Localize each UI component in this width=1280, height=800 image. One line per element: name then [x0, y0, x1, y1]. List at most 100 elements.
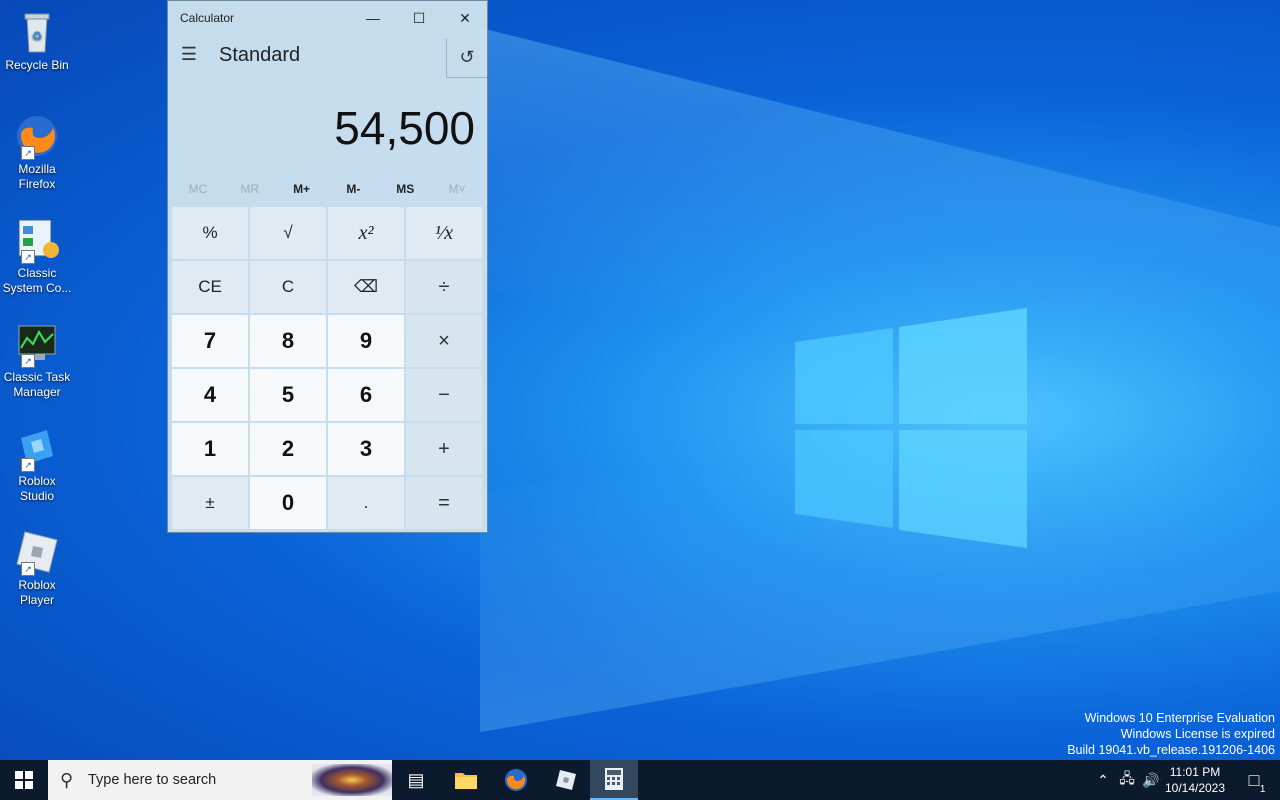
add-button[interactable]: +	[406, 423, 482, 475]
desktop-icon-roblox-player[interactable]: ↗ Roblox Player	[2, 528, 72, 608]
desktop-icon-label: Roblox Player	[18, 578, 56, 607]
memory-clear-button[interactable]: MC	[172, 175, 224, 203]
backspace-button[interactable]: ⌫	[328, 261, 404, 313]
firefox-icon	[505, 769, 527, 791]
keypad: % √ x² ¹⁄x CE C ⌫ ÷ 7 8 9 × 4 5 6 − 1 2 …	[172, 207, 484, 529]
speaker-icon: 🔊	[1142, 771, 1160, 788]
svg-text:♻: ♻	[32, 29, 43, 43]
calculator-icon	[605, 768, 623, 790]
memory-store-button[interactable]: MS	[379, 175, 431, 203]
digit-5-button[interactable]: 5	[250, 369, 326, 421]
display-value: 54,500	[334, 102, 475, 154]
shortcut-arrow-icon: ↗	[21, 458, 35, 472]
watermark-build: Build 19041.vb_release.191206-1406	[1067, 743, 1275, 757]
recycle-bin-icon: ♻	[13, 8, 61, 56]
clear-button[interactable]: C	[250, 261, 326, 313]
digit-9-button[interactable]: 9	[328, 315, 404, 367]
action-center-button[interactable]: □ 1	[1234, 760, 1274, 800]
equals-button[interactable]: =	[406, 477, 482, 529]
search-highlight-image	[312, 764, 392, 796]
shortcut-arrow-icon: ↗	[21, 250, 35, 264]
control-panel-icon: ↗	[13, 216, 61, 264]
digit-4-button[interactable]: 4	[172, 369, 248, 421]
desktop-icon-label: Classic System Co...	[2, 266, 72, 295]
divide-button[interactable]: ÷	[406, 261, 482, 313]
square-button[interactable]: x²	[328, 207, 404, 259]
digit-7-button[interactable]: 7	[172, 315, 248, 367]
network-icon: 🖧	[1119, 770, 1135, 786]
watermark-edition: Windows 10 Enterprise Evaluation	[1084, 711, 1275, 725]
digit-8-button[interactable]: 8	[250, 315, 326, 367]
square-root-button[interactable]: √	[250, 207, 326, 259]
clear-entry-button[interactable]: CE	[172, 261, 248, 313]
taskbar-calculator[interactable]	[590, 760, 638, 800]
taskbar-file-explorer[interactable]	[442, 760, 490, 800]
windows-wallpaper-logo	[795, 308, 1027, 548]
memory-row: MC MR M+ M- MS M˅	[168, 175, 487, 203]
decimal-button[interactable]: .	[328, 477, 404, 529]
memory-list-button[interactable]: M˅	[431, 175, 483, 203]
desktop-icon-label: Mozilla Firefox	[18, 162, 56, 191]
digit-2-button[interactable]: 2	[250, 423, 326, 475]
license-watermark: Windows 10 Enterprise Evaluation Windows…	[1067, 710, 1275, 758]
digit-3-button[interactable]: 3	[328, 423, 404, 475]
desktop-icon-label: Roblox Studio	[18, 474, 56, 503]
minimize-button[interactable]: —	[350, 1, 396, 35]
calculator-window: Calculator — ☐ ✕ ☰ Standard ↺ 54,500 MC …	[167, 0, 488, 533]
close-button[interactable]: ✕	[442, 1, 488, 35]
taskbar-firefox[interactable]	[492, 760, 540, 800]
multiply-button[interactable]: ×	[406, 315, 482, 367]
show-hidden-icons-button[interactable]: ⌃	[1092, 760, 1114, 800]
task-view-button[interactable]: ▤	[392, 760, 440, 800]
task-manager-icon: ↗	[13, 320, 61, 368]
roblox-player-icon: ↗	[13, 528, 61, 576]
history-icon[interactable]: ↺	[446, 39, 487, 78]
calculator-display: 54,500	[168, 75, 487, 175]
clock-date: 10/14/2023	[1164, 781, 1226, 795]
roblox-studio-icon: ↗	[13, 424, 61, 472]
desktop-icon-classic-task-manager[interactable]: ↗ Classic Task Manager	[2, 320, 72, 400]
windows-start-icon	[15, 771, 33, 789]
desktop-icon-label: Recycle Bin	[5, 58, 69, 72]
digit-0-button[interactable]: 0	[250, 477, 326, 529]
notification-icon: □ 1	[1248, 769, 1266, 795]
memory-recall-button[interactable]: MR	[224, 175, 276, 203]
negate-button[interactable]: ±	[172, 477, 248, 529]
window-title: Calculator	[180, 11, 235, 25]
subtract-button[interactable]: −	[406, 369, 482, 421]
taskbar-clock[interactable]: 11:01 PM 10/14/2023	[1160, 764, 1230, 796]
task-view-icon: ▤	[407, 769, 425, 790]
search-placeholder: Type here to search	[88, 772, 217, 788]
shortcut-arrow-icon: ↗	[21, 146, 35, 160]
desktop-icon-firefox[interactable]: ↗ Mozilla Firefox	[2, 112, 72, 192]
volume-button[interactable]: 🔊	[1140, 760, 1162, 800]
roblox-icon	[556, 770, 576, 790]
shortcut-arrow-icon: ↗	[21, 562, 35, 576]
percent-button[interactable]: %	[172, 207, 248, 259]
shortcut-arrow-icon: ↗	[21, 354, 35, 368]
desktop-icon-label: Classic Task Manager	[3, 370, 71, 399]
taskbar: ⚲ Type here to search ▤ ⌃ 🖧 🔊 11:01 PM 1…	[0, 760, 1280, 800]
desktop-icon-roblox-studio[interactable]: ↗ Roblox Studio	[2, 424, 72, 504]
taskbar-roblox[interactable]	[542, 760, 590, 800]
network-button[interactable]: 🖧	[1116, 760, 1138, 800]
desktop-icon-recycle-bin[interactable]: ♻ Recycle Bin	[2, 8, 72, 73]
navigation-menu-icon[interactable]: ☰	[178, 43, 200, 65]
digit-1-button[interactable]: 1	[172, 423, 248, 475]
folder-icon	[455, 773, 477, 789]
digit-6-button[interactable]: 6	[328, 369, 404, 421]
taskbar-search-box[interactable]: ⚲ Type here to search	[48, 760, 392, 800]
memory-subtract-button[interactable]: M-	[327, 175, 379, 203]
notification-count: 1	[1259, 783, 1266, 795]
calculator-titlebar[interactable]: Calculator — ☐ ✕	[168, 1, 487, 35]
firefox-icon: ↗	[13, 112, 61, 160]
clock-time: 11:01 PM	[1169, 765, 1221, 779]
reciprocal-button[interactable]: ¹⁄x	[406, 207, 482, 259]
maximize-button[interactable]: ☐	[396, 1, 442, 35]
calculator-mode-title: Standard	[219, 44, 301, 66]
chevron-up-icon: ⌃	[1097, 771, 1109, 788]
desktop-icon-classic-system-control[interactable]: ↗ Classic System Co...	[2, 216, 72, 296]
watermark-license: Windows License is expired	[1120, 727, 1275, 741]
memory-add-button[interactable]: M+	[276, 175, 328, 203]
start-button[interactable]	[0, 760, 48, 800]
